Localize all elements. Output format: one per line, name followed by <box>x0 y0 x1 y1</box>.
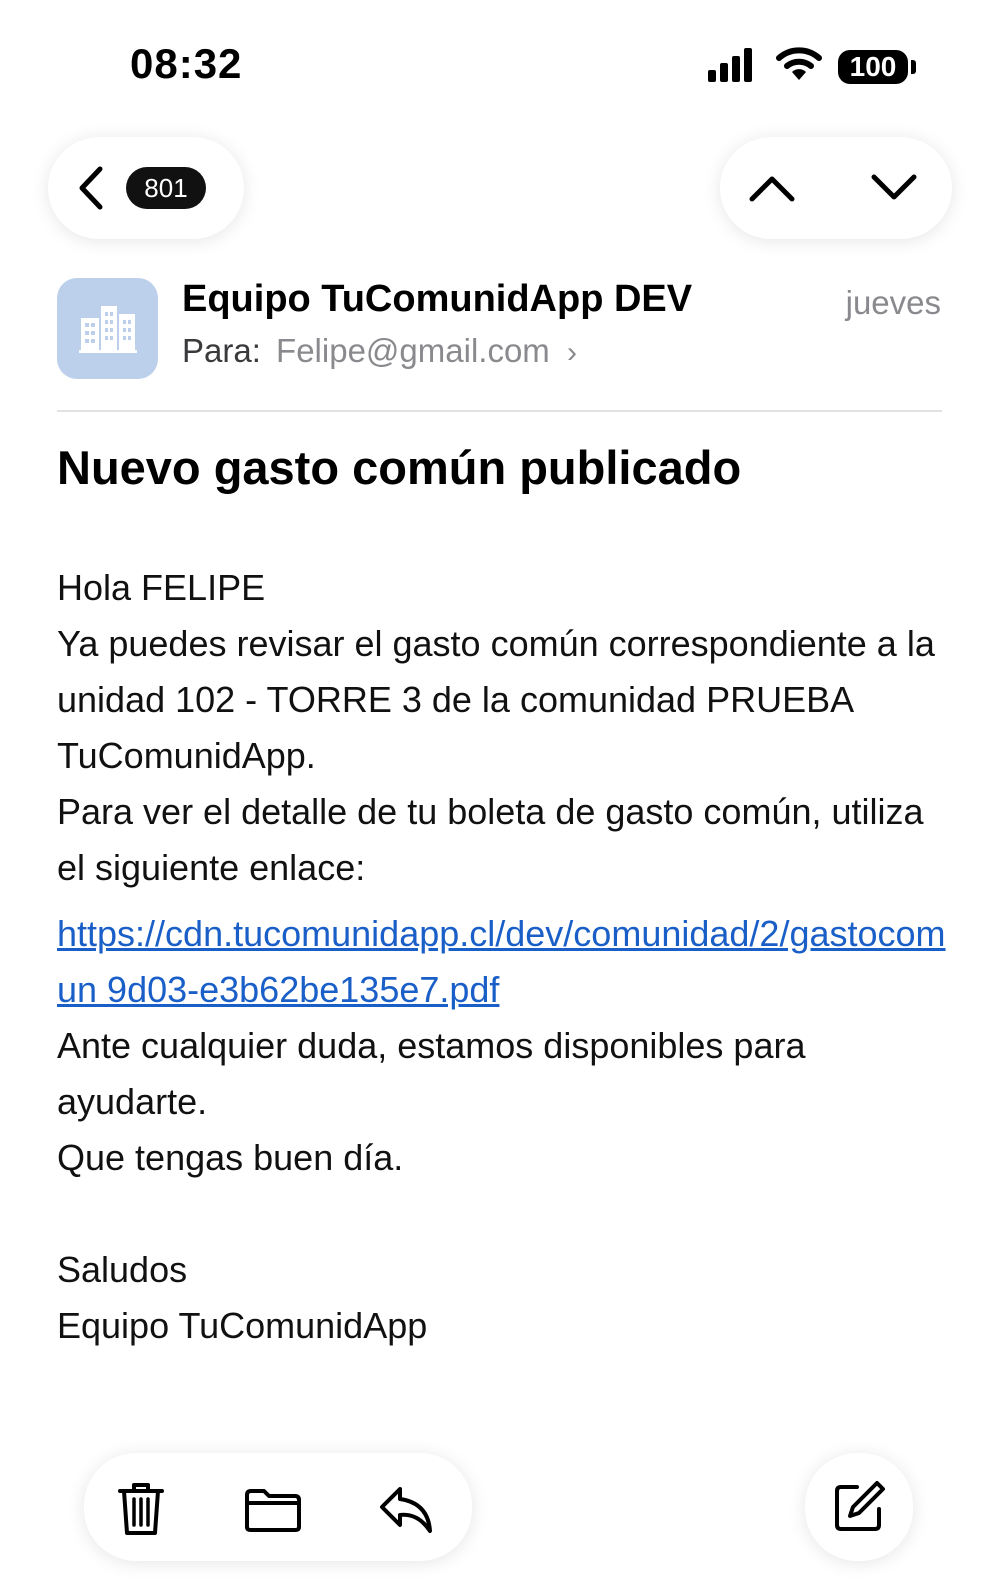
recipient-line[interactable]: Para: Felipe@gmail.com › <box>182 332 577 370</box>
signature: Equipo TuComunidApp <box>57 1305 428 1346</box>
invoice-link[interactable]: https://cdn.tucomunidapp.cl/dev/comunida… <box>57 906 957 1018</box>
folder-icon <box>245 1489 301 1532</box>
compose-icon <box>835 1481 885 1531</box>
body-paragraph: Ante cualquier duda, estamos disponibles… <box>57 1025 806 1122</box>
wifi-icon <box>776 47 822 80</box>
greeting: Hola FELIPE <box>57 567 266 608</box>
reply-button[interactable] <box>378 1485 434 1540</box>
sender-avatar[interactable] <box>57 278 158 379</box>
body-paragraph: Ya puedes revisar el gasto común corresp… <box>57 623 935 776</box>
body-paragraph: Que tengas buen día. <box>57 1137 404 1178</box>
battery-cap <box>911 60 916 74</box>
chevron-down-icon <box>871 174 917 200</box>
closing: Saludos <box>57 1249 188 1290</box>
chevron-left-icon <box>79 166 103 210</box>
delete-button[interactable] <box>118 1481 164 1542</box>
email-body: Hola FELIPE Ya puedes revisar el gasto c… <box>57 560 957 1354</box>
unread-count-badge: 801 <box>126 167 206 209</box>
recipient-address: Felipe@gmail.com <box>276 332 550 369</box>
battery-level: 100 <box>849 51 897 82</box>
status-bar: 08:32 100 <box>0 0 989 120</box>
email-subject: Nuevo gasto común publicado <box>57 441 742 494</box>
compose-button[interactable] <box>805 1453 913 1561</box>
buildings-icon <box>78 305 137 353</box>
next-message-button[interactable] <box>870 167 918 209</box>
chevron-up-icon <box>749 176 795 202</box>
to-label: Para: <box>182 332 261 369</box>
trash-icon <box>118 1483 164 1535</box>
chevron-right-icon: › <box>566 336 577 369</box>
message-navigation <box>720 137 952 239</box>
cellular-signal-icon <box>708 48 752 82</box>
body-paragraph: Para ver el detalle de tu boleta de gast… <box>57 791 924 888</box>
battery-indicator: 100 <box>838 50 908 84</box>
move-to-folder-button[interactable] <box>244 1487 302 1538</box>
previous-message-button[interactable] <box>748 167 796 209</box>
email-date: jueves <box>845 284 941 321</box>
sender-name[interactable]: Equipo TuComunidApp DEV <box>182 278 692 321</box>
reply-icon <box>380 1487 432 1533</box>
header-divider <box>57 410 942 412</box>
status-time: 08:32 <box>130 40 243 87</box>
bottom-toolbar <box>84 1453 472 1561</box>
back-to-inbox-button[interactable]: 801 <box>48 137 244 239</box>
